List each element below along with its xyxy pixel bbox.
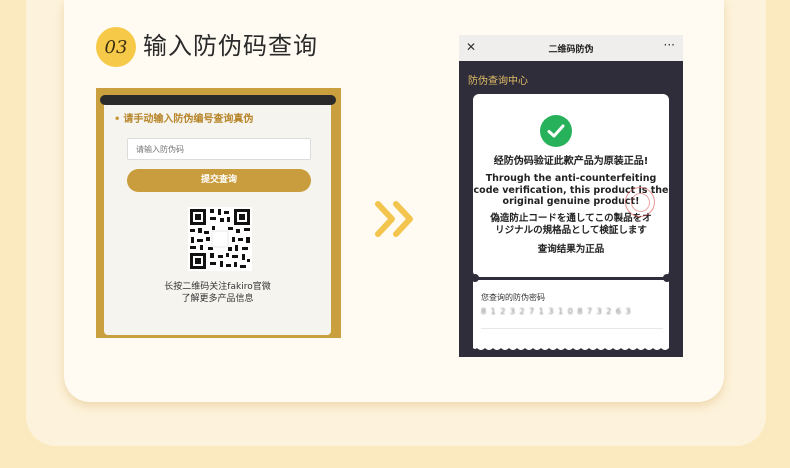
- submit-query-button[interactable]: 提交查询: [127, 169, 311, 192]
- step-number: 03: [104, 36, 128, 58]
- manual-lookup-heading-text: 请手动输入防伪编号查询真伪: [123, 114, 254, 125]
- qr-code-icon: [188, 207, 252, 271]
- ticket-notch-left: [471, 274, 479, 282]
- code-value: 8 1 2 3 2 7 1 3 1 0 8 7 3 2 6 3: [481, 307, 632, 316]
- double-chevron-right-icon: [374, 200, 418, 238]
- ticket-zigzag-edge: [473, 346, 669, 350]
- result-jp-line: リジナルの規格品として検証します: [495, 224, 647, 236]
- success-check-icon: [540, 115, 572, 147]
- qr-caption-line-2: 了解更多产品信息: [181, 294, 254, 304]
- manual-lookup-heading: • 请手动输入防伪编号查询真伪: [114, 110, 253, 125]
- result-en-line: Through the anti-counterfeiting: [485, 173, 657, 184]
- phone-result-screen: ✕ 二维码防伪 ··· 防伪查询中心 经防伪码验证此款产品为原装正品! Thro…: [459, 35, 683, 357]
- step-title: 输入防伪码查询: [143, 32, 318, 60]
- genuine-seal-stamp: [625, 187, 655, 217]
- bullet-icon: •: [114, 114, 121, 125]
- card-top-strip: [100, 95, 336, 105]
- anti-counterfeit-code-input[interactable]: [127, 138, 311, 160]
- more-options-icon[interactable]: ···: [664, 38, 675, 52]
- result-summary: 查询结果为正品: [537, 244, 605, 255]
- phone-title: 二维码防伪: [548, 45, 594, 55]
- result-message-cn: 经防伪码验证此款产品为原装正品!: [493, 156, 649, 167]
- code-label: 您查询的防伪密码: [481, 293, 545, 302]
- code-divider: [481, 328, 663, 329]
- section-title: 防伪查询中心: [468, 76, 528, 87]
- ticket-notch-right: [663, 274, 671, 282]
- step-number-badge: 03: [96, 27, 136, 67]
